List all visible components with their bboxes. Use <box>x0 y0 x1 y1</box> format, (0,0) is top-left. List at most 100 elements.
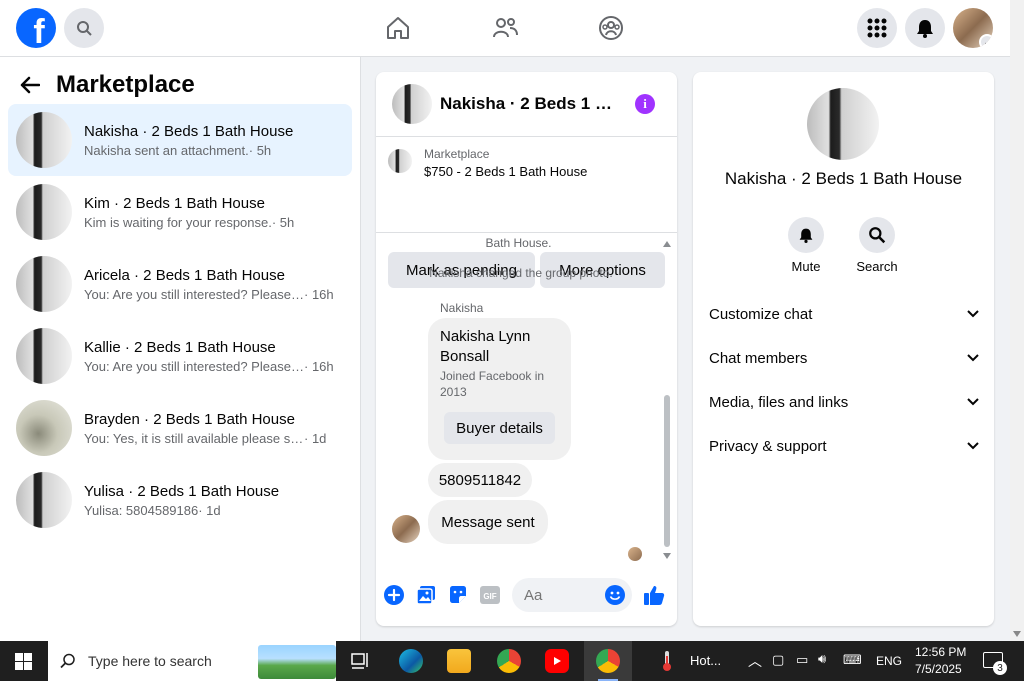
conversation-item[interactable]: Aricela · 2 Beds 1 Bath House You: Are y… <box>8 248 352 320</box>
conversation-time: · 5h <box>248 142 272 158</box>
conversation-item[interactable]: Yulisa · 2 Beds 1 Bath House Yulisa: 580… <box>8 464 352 536</box>
conversation-avatar <box>16 400 72 456</box>
taskbar-search[interactable]: Type here to search <box>48 641 336 681</box>
facebook-logo-icon[interactable]: f <box>16 8 56 48</box>
conversation-list-panel: Marketplace Nakisha · 2 Beds 1 Bath Hous… <box>0 57 361 641</box>
privacy-support-section[interactable]: Privacy & support <box>709 431 979 461</box>
menu-button[interactable] <box>857 8 897 48</box>
play-icon <box>554 657 561 665</box>
clock-time[interactable]: 12:56 PM <box>915 645 966 659</box>
customize-chat-section[interactable]: Customize chat <box>709 299 979 329</box>
search-action[interactable]: Search <box>847 217 907 274</box>
volume-icon[interactable]: 🔊︎ <box>818 651 826 667</box>
message-scrollbar[interactable] <box>663 241 671 559</box>
info-icon[interactable]: i <box>635 94 655 114</box>
listing-summary: Marketplace $750 - 2 Beds 1 Bath House M… <box>376 137 677 288</box>
conversation-snippet: You: Are you still interested? Please s.… <box>84 286 304 302</box>
search-icon <box>60 653 75 669</box>
listing-avatar <box>807 88 879 160</box>
conversation-time: · 1d <box>304 430 327 446</box>
media-files-section[interactable]: Media, files and links <box>709 387 979 417</box>
scroll-down-icon[interactable] <box>1013 631 1021 637</box>
message-bubble[interactable]: 5809511842 <box>428 463 532 497</box>
emoji-button[interactable] <box>604 584 626 606</box>
task-view-icon[interactable] <box>348 649 372 673</box>
listing-thumbnail <box>388 149 412 173</box>
search-button[interactable] <box>64 8 104 48</box>
meet-now-icon[interactable]: ▢ <box>772 652 784 668</box>
search-highlight-image <box>258 645 336 679</box>
system-message: Bath House. <box>485 236 552 250</box>
message-list[interactable]: Bath House. Nakisha changed the group ph… <box>376 233 677 563</box>
mute-action[interactable]: Mute <box>776 217 836 274</box>
conversation-avatar <box>16 184 72 240</box>
conversation-item[interactable]: Kim · 2 Beds 1 Bath House Kim is waiting… <box>8 176 352 248</box>
back-button[interactable] <box>20 73 44 97</box>
notifications-button[interactable] <box>905 8 945 48</box>
chat-members-section[interactable]: Chat members <box>709 343 979 373</box>
chat-panel: Nakisha · 2 Beds 1 Ba... i Marketplace $… <box>376 72 677 626</box>
conversation-item[interactable]: Kallie · 2 Beds 1 Bath House You: Are yo… <box>8 320 352 392</box>
conversation-avatar <box>16 328 72 384</box>
weather-label[interactable]: Hot... <box>690 653 721 668</box>
chrome-icon[interactable] <box>596 649 620 673</box>
conversation-time: · 5h <box>271 214 295 230</box>
add-button[interactable] <box>383 584 405 606</box>
section-label: Privacy & support <box>709 437 827 455</box>
bell-icon <box>917 20 933 38</box>
chrome-profile-icon[interactable] <box>497 649 521 673</box>
profile-avatar[interactable]: ⌄ <box>953 8 993 48</box>
scroll-down-icon[interactable] <box>663 553 671 559</box>
conversation-name: Nakisha · 2 Beds 1 Bath House <box>84 122 294 140</box>
sender-avatar <box>392 515 420 543</box>
windows-start-icon[interactable] <box>15 653 32 670</box>
gif-button[interactable]: GIF <box>479 584 501 606</box>
sticker-button[interactable] <box>447 584 469 606</box>
conversation-time: · 16h <box>304 358 334 374</box>
search-icon <box>869 227 886 244</box>
search-icon <box>77 21 92 36</box>
listing-price[interactable]: $750 - 2 Beds 1 Bath House <box>424 164 587 179</box>
photo-button[interactable] <box>415 584 437 606</box>
language-indicator[interactable]: ENG <box>876 654 902 668</box>
section-label: Media, files and links <box>709 393 849 411</box>
conversation-item[interactable]: Nakisha · 2 Beds 1 Bath House Nakisha se… <box>8 104 352 176</box>
info-title: Nakisha · 2 Beds 1 Bath House <box>724 169 963 188</box>
edge-browser-icon[interactable] <box>399 649 423 673</box>
buyer-details-button[interactable]: Buyer details <box>444 412 555 444</box>
network-icon[interactable]: ▭ <box>796 652 808 668</box>
conversation-item[interactable]: Brayden · 2 Beds 1 Bath House You: Yes, … <box>8 392 352 464</box>
sender-name: Nakisha <box>440 301 484 315</box>
gif-icon: GIF <box>480 586 500 604</box>
youtube-icon[interactable] <box>545 649 569 673</box>
scroll-up-icon[interactable] <box>663 241 671 247</box>
card-joined: Joined Facebook in 2013 <box>440 369 545 399</box>
groups-nav[interactable] <box>597 14 625 42</box>
conversation-name: Kim · 2 Beds 1 Bath House <box>84 194 265 212</box>
conversation-snippet: Nakisha sent an attachment. <box>84 142 249 158</box>
friends-icon <box>493 18 518 38</box>
chat-title[interactable]: Nakisha · 2 Beds 1 Ba... <box>440 94 622 114</box>
page-scrollbar[interactable] <box>1010 0 1024 641</box>
like-button[interactable] <box>643 584 665 606</box>
clock-date[interactable]: 7/5/2025 <box>915 662 962 676</box>
conversation-name: Yulisa · 2 Beds 1 Bath House <box>84 482 280 500</box>
notification-count-badge: 3 <box>993 661 1007 675</box>
chevron-down-icon <box>967 442 979 450</box>
conversation-snippet: You: Are you still interested? Please s.… <box>84 358 304 374</box>
chat-info-panel: Nakisha · 2 Beds 1 Bath House Mute Searc… <box>693 72 994 626</box>
mute-label: Mute <box>791 259 821 274</box>
conversation-avatar <box>16 112 72 168</box>
chevron-up-icon[interactable]: ︿ <box>748 651 762 671</box>
friends-nav[interactable] <box>491 14 519 42</box>
message-bubble[interactable]: Message sent <box>428 500 548 544</box>
file-explorer-icon[interactable] <box>447 649 471 673</box>
thumbs-up-icon <box>644 586 665 605</box>
conversation-avatar <box>16 256 72 312</box>
home-nav[interactable] <box>384 14 412 42</box>
system-message: Nakisha changed the group photo. <box>429 266 613 280</box>
thermometer-icon[interactable] <box>660 649 674 673</box>
keyboard-icon[interactable]: ⌨ <box>843 652 862 668</box>
scroll-thumb[interactable] <box>664 395 670 547</box>
card-name: Nakisha Lynn Bonsall <box>440 328 531 365</box>
